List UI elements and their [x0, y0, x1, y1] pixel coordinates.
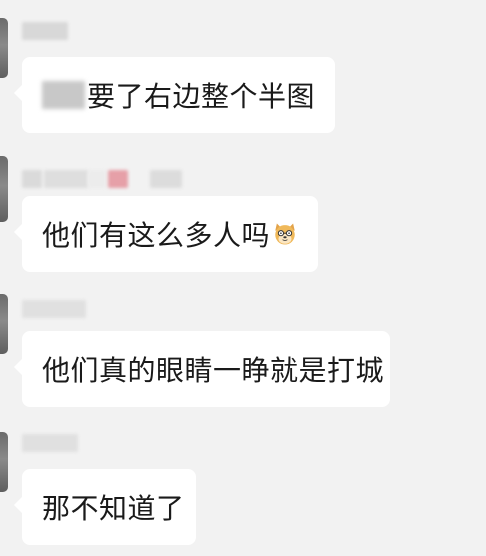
message-text: 那不知道了: [42, 492, 185, 525]
message-bubble[interactable]: 他们真的眼睛一睁就是打城: [14, 331, 390, 407]
message-bubble[interactable]: 要了右边整个半图: [14, 57, 335, 133]
message-text: 要了右边整个半图: [86, 80, 315, 113]
avatar[interactable]: [0, 156, 8, 222]
doge-face-icon: [275, 223, 295, 245]
blurred-name-segment: [22, 300, 86, 318]
redacted-text: [42, 81, 85, 109]
message-text: 他们真的眼睛一睁就是打城: [42, 354, 385, 387]
message-bubble[interactable]: 那不知道了: [14, 469, 196, 545]
message-text: 他们有这么多人吗: [42, 219, 271, 252]
blurred-name-segment: [22, 434, 78, 452]
avatar[interactable]: [0, 432, 8, 492]
message-bubble[interactable]: 他们有这么多人吗: [14, 196, 318, 272]
blurred-name-segment: [22, 22, 68, 40]
blurred-name-segment: [150, 170, 182, 188]
avatar[interactable]: [0, 18, 8, 78]
blurred-name-segment: [44, 170, 88, 188]
blurred-name-segment: [22, 170, 42, 188]
avatar[interactable]: [0, 294, 8, 354]
chat-window: 要了右边整个半图 他们有这么多人吗 他们真的眼睛一睁就是打城 那不知道了: [0, 0, 486, 556]
blurred-name-segment: [108, 170, 128, 188]
blurred-name-segment: [88, 170, 106, 188]
